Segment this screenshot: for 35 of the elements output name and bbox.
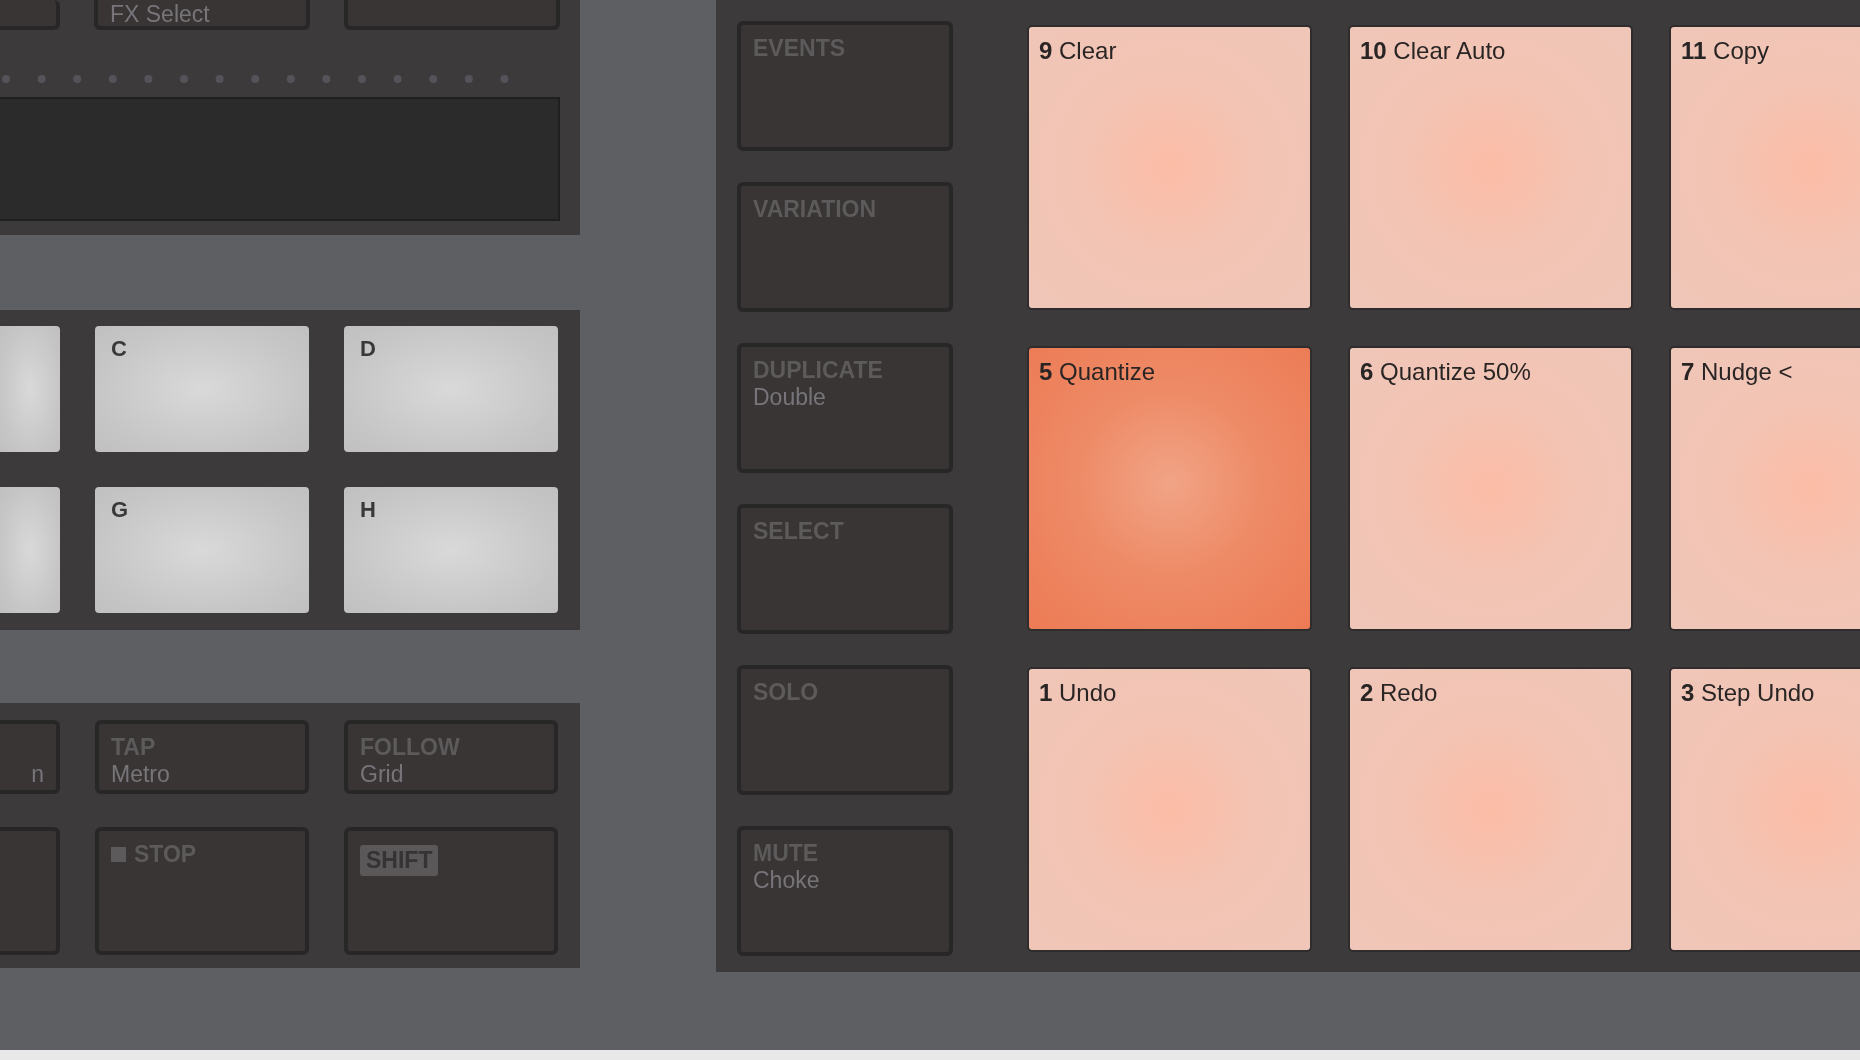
group-pad[interactable]: [0, 487, 60, 613]
performance-pad[interactable]: 7 Nudge <: [1669, 346, 1860, 631]
pad-label: 7 Nudge <: [1681, 358, 1793, 385]
button-label: FX Select: [110, 2, 211, 26]
stop-icon: [111, 846, 126, 862]
pad-label: 11 Copy: [1681, 37, 1770, 64]
performance-pad[interactable]: 10 Clear Auto: [1348, 25, 1633, 310]
pad-label: 10 Clear Auto: [1360, 37, 1506, 64]
pad-label: H: [360, 497, 376, 522]
performance-pad[interactable]: 9 Clear: [1027, 25, 1312, 310]
group-pad[interactable]: D: [344, 326, 558, 452]
pad-label: 5 Quantize: [1039, 358, 1156, 385]
performance-pad[interactable]: 2 Redo: [1348, 667, 1633, 952]
pad-label: 2 Redo: [1360, 679, 1438, 706]
group-pad[interactable]: C: [95, 326, 309, 452]
button-sublabel: Choke: [753, 866, 821, 894]
button-sublabel: Double: [753, 383, 827, 411]
performance-pad[interactable]: 5 Quantize: [1027, 346, 1312, 631]
pad-label: G: [111, 497, 129, 522]
group-pad[interactable]: H: [344, 487, 558, 613]
performance-pad[interactable]: 1 Undo: [1027, 667, 1312, 952]
performance-pad[interactable]: 3 Step Undo: [1669, 667, 1860, 952]
group-pad[interactable]: G: [95, 487, 309, 613]
pad-label: C: [111, 336, 127, 361]
button-sublabel: n: [31, 760, 44, 788]
performance-pad[interactable]: 11 Copy: [1669, 25, 1860, 310]
pad-label: D: [360, 336, 376, 361]
pad-label: 3 Step Undo: [1681, 679, 1815, 706]
performance-pad[interactable]: 6 Quantize 50%: [1348, 346, 1633, 631]
pad-label: 6 Quantize 50%: [1360, 358, 1531, 385]
button-sublabel: Grid: [360, 760, 405, 788]
button-sublabel: Metro: [111, 760, 171, 788]
pad-label: 9 Clear: [1039, 37, 1117, 64]
group-pad[interactable]: [0, 326, 60, 452]
pad-label: 1 Undo: [1039, 679, 1117, 706]
